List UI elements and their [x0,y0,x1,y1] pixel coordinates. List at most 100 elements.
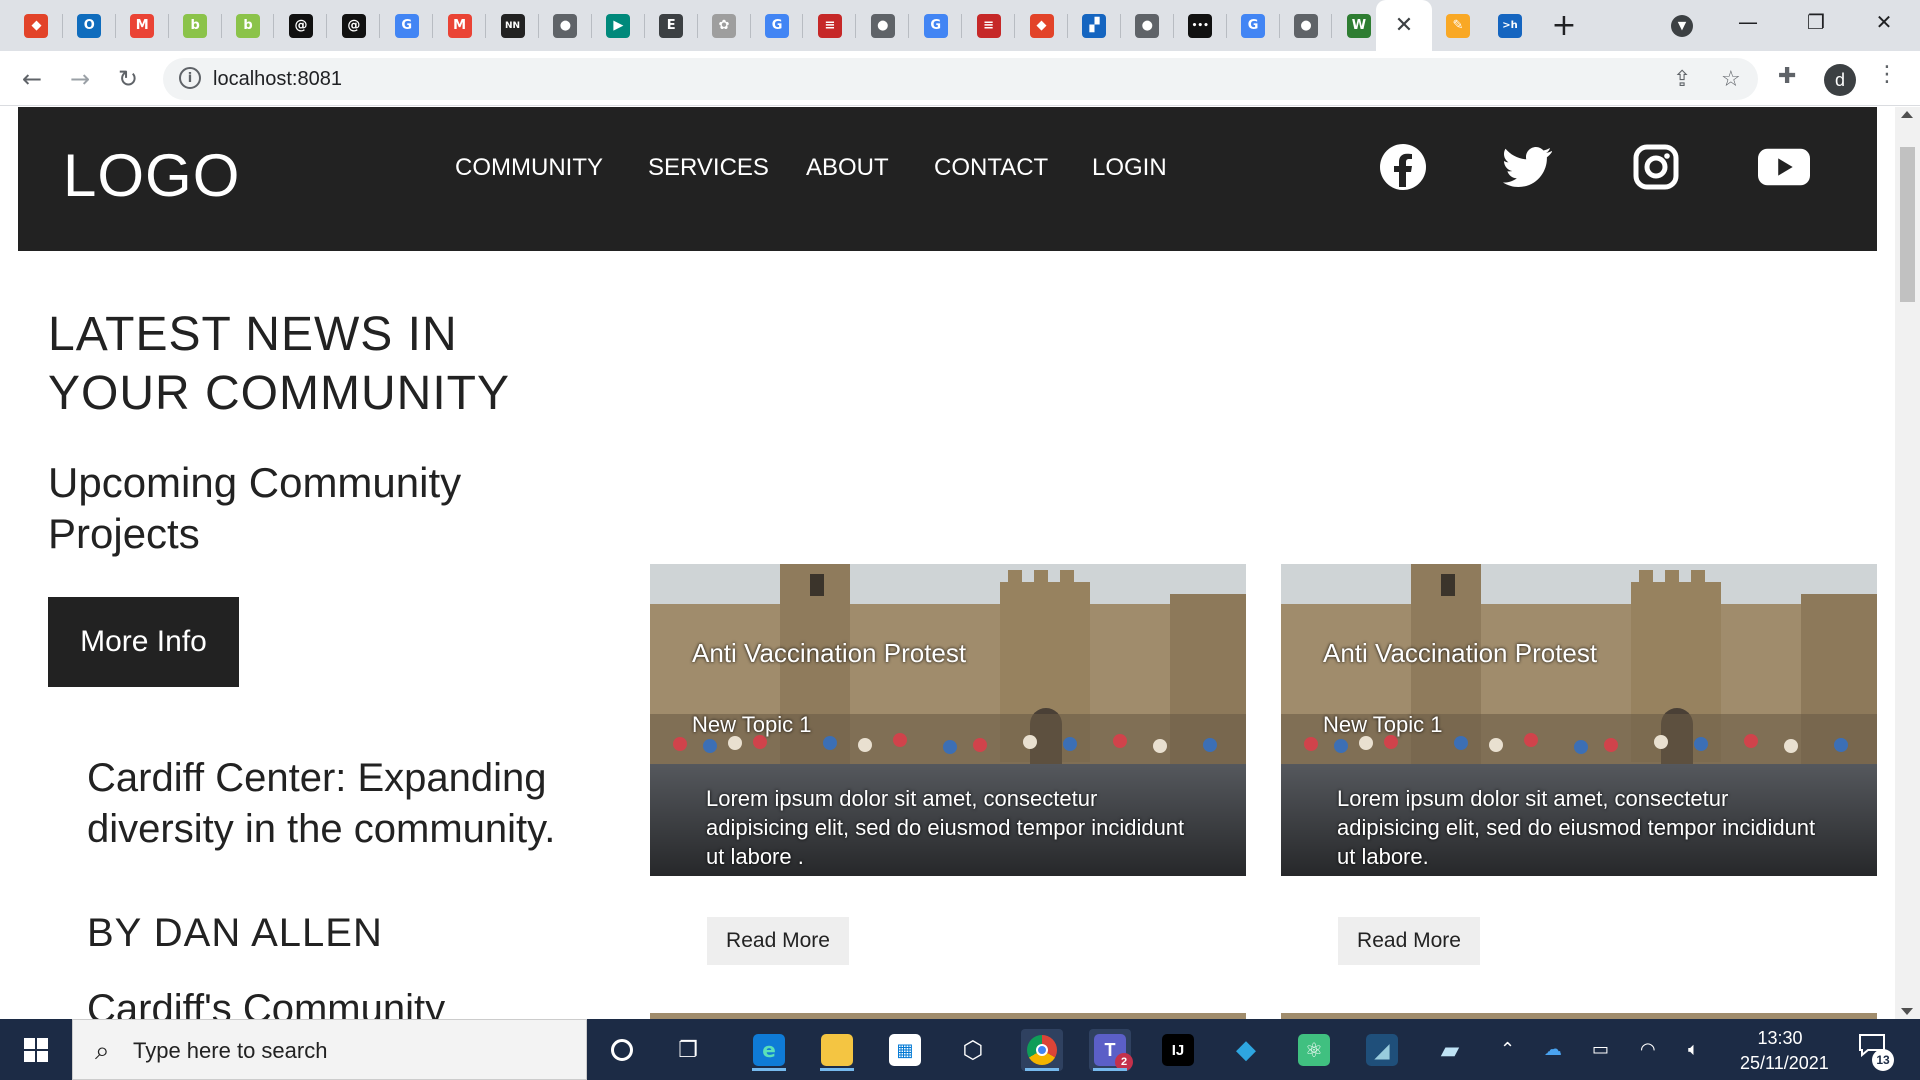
dev-tool-icon[interactable]: ⬡ [952,1029,994,1071]
nav-contact[interactable]: CONTACT [934,154,1048,182]
browser-tab[interactable]: G [380,0,434,51]
taskbar-search-placeholder[interactable]: Type here to search [133,1038,327,1064]
task-view-icon[interactable]: ❐ [667,1029,709,1071]
globe-icon: ● [553,13,578,38]
plus-icon: + [1551,8,1577,43]
browser-tab[interactable]: ◆ [10,0,63,51]
nav-services[interactable]: SERVICES [648,154,769,182]
browser-tab[interactable]: M [433,0,487,51]
browser-tab[interactable]: ◆ [1015,0,1068,51]
read-more-button[interactable]: Read More [707,917,849,965]
bookmark-star-icon[interactable]: ☆ [1721,67,1741,92]
browser-tab[interactable]: ≡ [804,0,857,51]
clock-time: 13:30 [1757,1028,1803,1048]
site-header: LOGO COMMUNITY SERVICES ABOUT CONTACT LO… [18,107,1877,251]
start-button[interactable] [0,1019,72,1080]
tab-search-button[interactable]: ▼ [1660,0,1704,51]
new-tab-button[interactable]: + [1542,0,1586,51]
browser-tab[interactable]: G [751,0,804,51]
browser-tab[interactable]: G [909,0,963,51]
article-title[interactable]: Cardiff Center: Expanding diversity in t… [87,753,557,855]
browser-tab[interactable]: ● [1121,0,1174,51]
teams-icon[interactable]: T2 [1089,1029,1133,1071]
address-bar[interactable]: i localhost:8081 ⇪ ☆ [163,58,1758,100]
browser-tab[interactable]: b [222,0,275,51]
chrome-icon[interactable] [1021,1029,1063,1071]
reload-button[interactable]: ↻ [112,63,144,95]
intellij-icon[interactable]: IJ [1157,1029,1199,1071]
browser-tab[interactable]: ● [856,0,910,51]
browser-tab[interactable]: M [116,0,169,51]
card-topic: New Topic 1 [1323,712,1443,737]
next-article-title[interactable]: Cardiff's Community [87,987,445,1019]
url-text[interactable]: localhost:8081 [213,68,342,91]
notification-center-button[interactable]: 13 [1858,1033,1894,1071]
cortana-icon[interactable] [601,1029,643,1071]
clock-date: 25/11/2021 [1740,1053,1829,1073]
news-card[interactable]: Anti Vaccination Protest New Topic 1 Lor… [1281,564,1877,876]
browser-tab[interactable]: ● [539,0,592,51]
minimize-button[interactable]: — [1714,0,1782,44]
arrow-left-icon: ← [21,65,43,93]
more-info-button[interactable]: More Info [48,597,239,687]
chevron-up-icon[interactable]: ⌃ [1500,1039,1515,1060]
notes-icon[interactable]: ▰ [1429,1029,1471,1071]
store-icon[interactable]: ▦ [884,1029,926,1071]
browser-tab[interactable]: @ [275,0,328,51]
facebook-icon[interactable] [1377,141,1429,193]
wifi-icon[interactable]: ◠ [1640,1039,1656,1060]
scroll-down-arrow-icon[interactable] [1901,1008,1913,1015]
close-tab-icon[interactable]: ✕ [1395,13,1413,38]
browser-tab[interactable]: ✎ [1432,0,1484,51]
restore-button[interactable]: ❐ [1782,0,1850,44]
browser-tab[interactable]: b [169,0,222,51]
browser-tab[interactable]: ≡ [962,0,1016,51]
forward-button[interactable]: → [64,63,96,95]
browser-tab[interactable]: ✿ [698,0,751,51]
browser-tab[interactable]: E [645,0,698,51]
extensions-icon[interactable]: ✚ [1778,64,1796,89]
read-more-button[interactable]: Read More [1338,917,1480,965]
browser-tab[interactable]: G [1227,0,1280,51]
taskbar-clock[interactable]: 13:30 25/11/2021 [1740,1026,1829,1076]
twitter-icon[interactable] [1502,141,1554,193]
speaker-muted-icon[interactable]: 🔈︎ [1688,1039,1699,1060]
browser-tab[interactable]: ••• [1174,0,1227,51]
active-tab[interactable]: ✕ [1376,0,1432,51]
browser-tab[interactable]: ● [1280,0,1333,51]
close-window-button[interactable]: ✕ [1850,0,1918,44]
scroll-up-arrow-icon[interactable] [1901,111,1913,118]
green-app-icon: b [183,13,208,38]
nav-about[interactable]: ABOUT [806,154,889,182]
info-icon[interactable]: i [179,67,201,89]
youtube-icon[interactable] [1758,141,1810,193]
battery-icon[interactable]: ▭ [1592,1039,1609,1060]
profile-avatar[interactable]: d [1824,64,1856,96]
site-logo[interactable]: LOGO [63,141,240,210]
page-scrollbar[interactable] [1895,107,1920,1019]
edge-icon[interactable]: e [748,1029,790,1071]
blocks-icon: ▞ [1082,13,1107,38]
gmail-icon: M [447,13,472,38]
browser-tab[interactable]: O [63,0,116,51]
notification-count: 13 [1872,1049,1894,1071]
vscode-icon[interactable]: ◢ [1361,1029,1403,1071]
browser-tab[interactable]: ▞ [1068,0,1121,51]
menu-icon[interactable]: ⋮ [1876,62,1898,87]
scrollbar-thumb[interactable] [1900,147,1915,302]
nav-login[interactable]: LOGIN [1092,154,1167,182]
onedrive-icon[interactable]: ☁ [1544,1039,1562,1060]
browser-tab[interactable]: NN [486,0,539,51]
news-card[interactable]: Anti Vaccination Protest New Topic 1 Lor… [650,564,1246,876]
instagram-icon[interactable] [1630,141,1682,193]
file-explorer-icon[interactable] [816,1029,858,1071]
browser-tab[interactable]: @ [327,0,381,51]
taskbar-search[interactable]: ⌕ Type here to search [72,1019,587,1080]
sourcetree-icon[interactable]: ◆ [1225,1029,1267,1071]
share-icon[interactable]: ⇪ [1673,67,1691,92]
browser-tab[interactable]: >h [1484,0,1536,51]
nav-community[interactable]: COMMUNITY [455,154,603,182]
browser-tab[interactable]: ▶ [592,0,645,51]
atom-icon[interactable]: ⚛ [1293,1029,1335,1071]
back-button[interactable]: ← [16,63,48,95]
